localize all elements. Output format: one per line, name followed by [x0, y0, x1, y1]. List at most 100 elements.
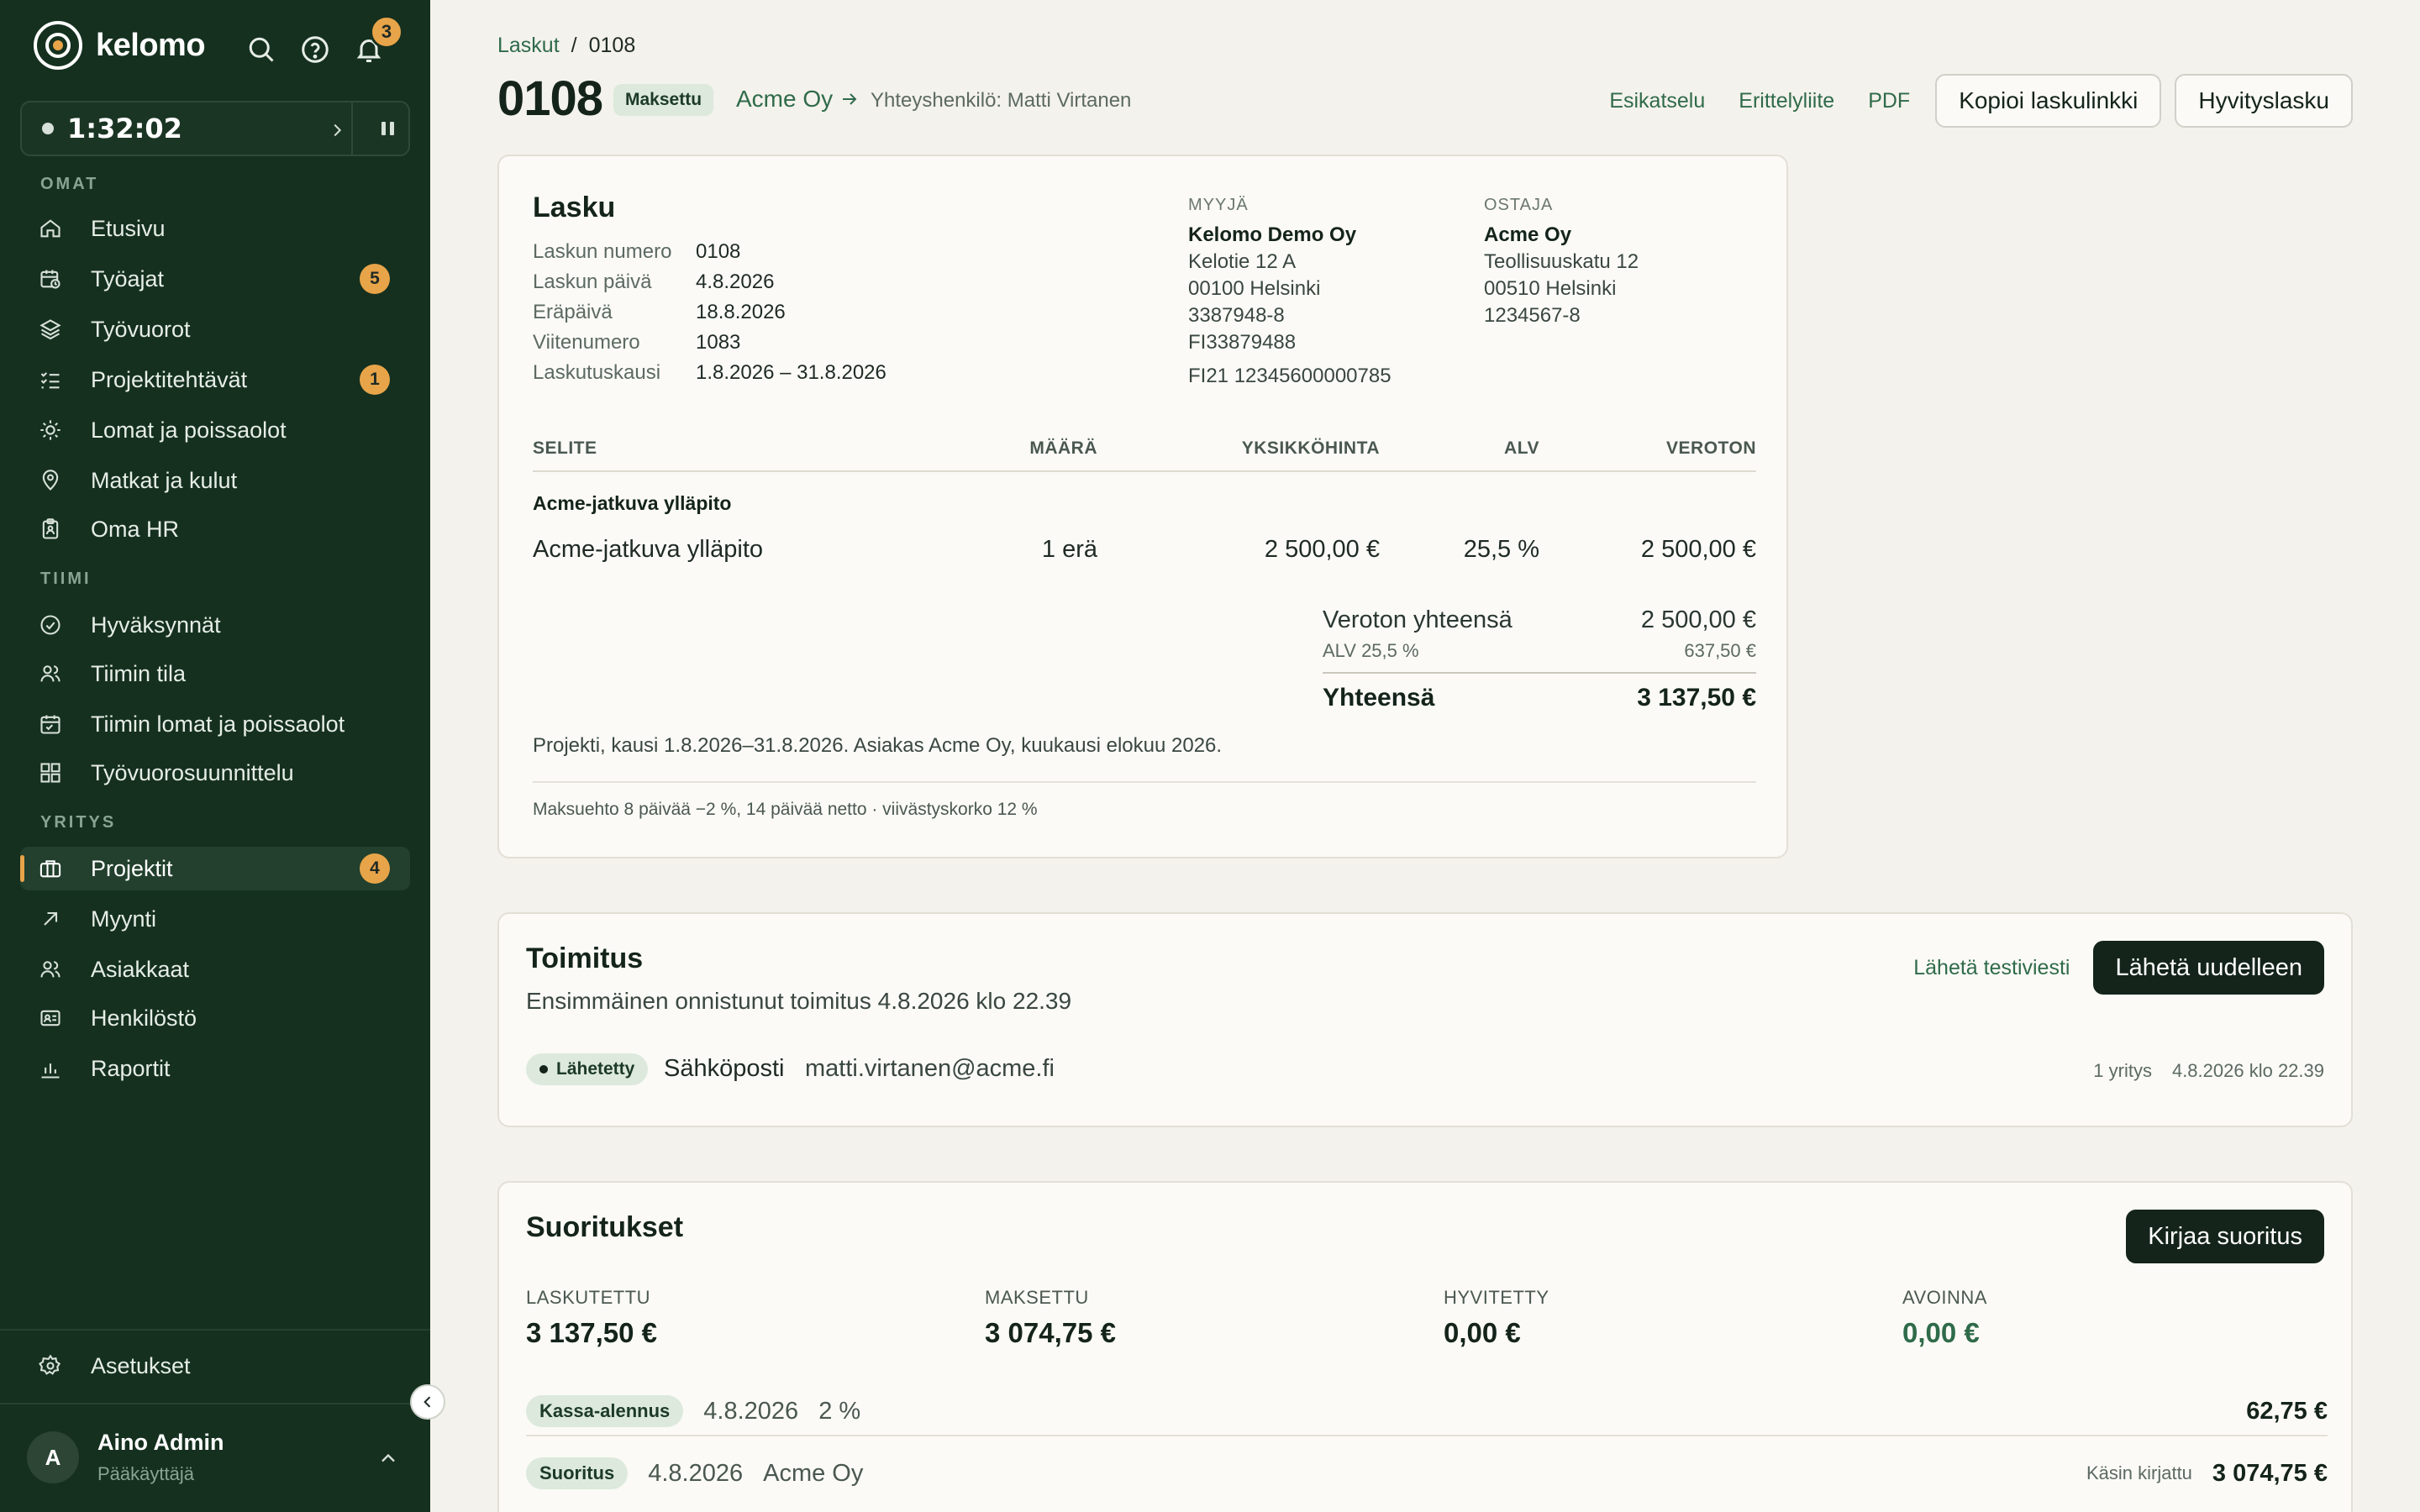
net-total-value: 2 500,00 € [1640, 606, 1756, 633]
avatar[interactable]: A [27, 1431, 79, 1483]
contact-person: Yhteyshenkilö: Matti Virtanen [871, 89, 1132, 112]
bar-chart-icon [41, 1063, 60, 1079]
sidebar-item-tiimin-lomat[interactable]: Tiimin lomat ja poissaolot [20, 702, 410, 746]
vat-total-row: ALV 25,5 % 637,50 € [1323, 640, 1756, 662]
vat-total-label: ALV 25,5 % [1323, 640, 1419, 661]
resend-button[interactable]: Lähetä uudelleen [2093, 941, 2324, 995]
column-header: ALV [1504, 438, 1539, 458]
pdf-link[interactable]: PDF [1868, 89, 1910, 113]
itemization-link[interactable]: Erittelyliite [1739, 89, 1834, 113]
timer-divider [351, 102, 353, 155]
collapse-sidebar-button[interactable] [410, 1384, 445, 1420]
sidebar: kelomo 3 1:32:02 OMAT Etusivu Työajat 5 [0, 0, 430, 1512]
stat-value: 3 074,75 € [985, 1317, 1116, 1348]
table-header: SELITE MÄÄRÄ YKSIKKÖHINTA ALV VEROTON [533, 433, 1756, 472]
record-payment-button[interactable]: Kirjaa suoritus [2126, 1210, 2324, 1263]
payment-right: Käsin kirjattu 3 074,75 € [2086, 1460, 2328, 1488]
checklist-icon [40, 372, 60, 389]
list-item[interactable]: Kassa-alennus 4.8.2026 2 % 62,75 € [526, 1381, 2328, 1441]
breadcrumb: Laskut / 0108 [497, 34, 635, 58]
client-link-label: Acme Oy [736, 86, 834, 112]
sidebar-item-projektitehtavat[interactable]: Projektitehtävät 1 [20, 358, 410, 402]
send-test-message-link[interactable]: Lähetä testiviesti [1913, 956, 2070, 980]
sidebar-item-label: Työvuorot [91, 316, 191, 342]
timer-running-dot [42, 123, 54, 134]
meta-value: 1.8.2026 – 31.8.2026 [696, 361, 886, 384]
client-link[interactable]: Acme Oy [736, 86, 860, 113]
payments-card: Suoritukset Kirjaa suoritus LASKUTETTU 3… [497, 1181, 2353, 1512]
chevron-up-icon[interactable] [376, 1446, 400, 1470]
sidebar-item-myynti[interactable]: Myynti [20, 897, 410, 941]
notifications-bell-icon[interactable]: 3 [351, 15, 403, 67]
row-quantity: 1 erä [1041, 536, 1097, 563]
sidebar-item-hyvaksynnat[interactable]: Hyväksynnät [20, 603, 410, 647]
invoice-divider [533, 781, 1756, 783]
layers-icon [39, 319, 61, 340]
payment-right: 62,75 € [2246, 1398, 2328, 1425]
users-icon [40, 961, 60, 978]
sidebar-item-label: Projektit [91, 855, 173, 881]
user-name[interactable]: Aino Admin [97, 1430, 224, 1456]
status-dot [539, 1065, 548, 1074]
seller-line: Kelotie 12 A [1188, 250, 1297, 273]
home-icon [40, 219, 60, 238]
timer-value: 1:32:02 [67, 113, 182, 144]
sidebar-item-label: Työvuorosuunnittelu [91, 759, 294, 785]
stat-invoiced: LASKUTETTU 3 137,50 € [526, 1287, 657, 1349]
section-label-omat: OMAT [40, 175, 99, 193]
meta-label: Laskun numero [533, 240, 672, 263]
sidebar-item-henkilosto[interactable]: Henkilöstö [20, 996, 410, 1040]
list-item[interactable]: Suoritus 4.8.2026 Acme Oy Käsin kirjattu… [526, 1443, 2328, 1504]
preview-link[interactable]: Esikatselu [1609, 89, 1705, 113]
search-icon[interactable] [244, 32, 279, 67]
stat-value: 0,00 € [1902, 1317, 1980, 1348]
sidebar-item-label: Matkat ja kulut [91, 467, 238, 493]
calendar-clock-icon [40, 270, 60, 289]
sidebar-item-lomat[interactable]: Lomat ja poissaolot [20, 408, 410, 452]
grand-total-value: 3 137,50 € [1637, 684, 1756, 711]
sidebar-item-label: Raportit [91, 1055, 171, 1081]
clipboard-icon [42, 518, 59, 539]
chevron-left-icon [424, 1396, 431, 1408]
stat-label: HYVITETTY [1444, 1287, 1549, 1308]
sidebar-item-matkat[interactable]: Matkat ja kulut [20, 459, 410, 502]
breadcrumb-link-laskut[interactable]: Laskut [497, 34, 560, 58]
net-total-label: Veroton yhteensä [1323, 606, 1512, 633]
kelomo-logo-icon [34, 21, 82, 70]
buyer-name: Acme Oy [1484, 223, 1572, 246]
chevron-right-icon[interactable] [324, 118, 350, 143]
brand[interactable]: kelomo [34, 20, 206, 71]
sidebar-item-raportit[interactable]: Raportit [20, 1047, 410, 1090]
map-pin-icon [42, 470, 59, 491]
totals-divider [1323, 672, 1756, 674]
user-role: Pääkäyttäjä [97, 1463, 194, 1484]
sidebar-item-tyoajat[interactable]: Työajat 5 [20, 257, 410, 301]
sidebar-item-tyovuorot[interactable]: Työvuorot [20, 307, 410, 351]
column-header: SELITE [533, 438, 597, 458]
copy-invoice-link-button[interactable]: Kopioi laskulinkki [1935, 74, 2162, 128]
time-tracker[interactable]: 1:32:02 [20, 101, 410, 156]
arrow-up-right-icon [44, 911, 58, 926]
sidebar-item-asetukset[interactable]: Asetukset [20, 1344, 410, 1388]
sidebar-item-projektit[interactable]: Projektit 4 [20, 847, 410, 890]
buyer-line: Teollisuuskatu 12 [1484, 250, 1639, 273]
sidebar-item-tiimin-tila[interactable]: Tiimin tila [20, 652, 410, 696]
meta-label: Viitenumero [533, 331, 640, 354]
sidebar-item-etusivu[interactable]: Etusivu [20, 207, 410, 250]
pause-icon[interactable] [375, 116, 400, 141]
sidebar-item-label: Työajat [91, 265, 165, 291]
seller-heading: MYYJÄ [1188, 196, 1249, 214]
stat-paid: MAKSETTU 3 074,75 € [985, 1287, 1116, 1349]
count-badge: 4 [360, 853, 390, 884]
credit-note-button[interactable]: Hyvityslasku [2175, 74, 2353, 128]
stat-credited: HYVITETTY 0,00 € [1444, 1287, 1549, 1349]
sidebar-item-tyovuorosuunnittelu[interactable]: Työvuorosuunnittelu [20, 751, 410, 795]
breadcrumb-separator: / [571, 34, 577, 57]
sidebar-item-label: Myynti [91, 906, 157, 932]
help-icon[interactable] [297, 32, 333, 67]
seller-line: 00100 Helsinki [1188, 277, 1321, 300]
delivery-status-label: Lähetetty [556, 1059, 635, 1079]
sidebar-item-oma-hr[interactable]: Oma HR [20, 507, 410, 551]
delivery-status-badge: Lähetetty [526, 1053, 649, 1085]
sidebar-item-asiakkaat[interactable]: Asiakkaat [20, 948, 410, 991]
